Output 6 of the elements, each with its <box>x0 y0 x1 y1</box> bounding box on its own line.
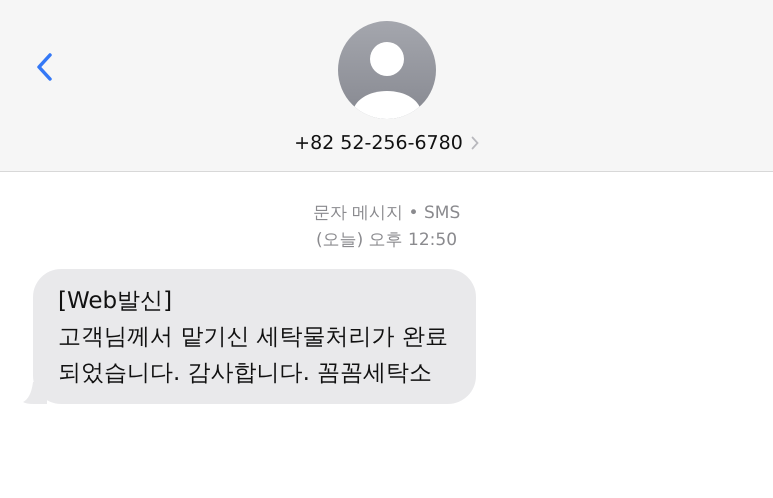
timestamp: (오늘) 오후 12:50 <box>316 229 458 252</box>
contact-number[interactable]: +82 52-256-6780 <box>294 132 463 154</box>
chevron-icon <box>470 136 479 150</box>
service-label: 문자 메시지 • SMS <box>312 202 460 225</box>
avatar-icon[interactable] <box>338 21 436 119</box>
back-icon[interactable] <box>36 53 52 81</box>
